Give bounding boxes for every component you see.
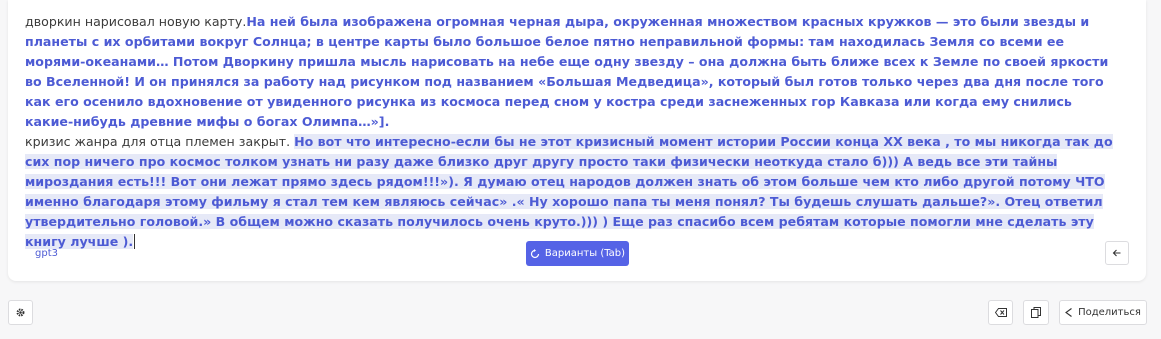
share-button[interactable]: Поделиться [1059, 300, 1147, 325]
share-label: Поделиться [1078, 307, 1141, 318]
text-caret [134, 234, 136, 249]
text-editor[interactable]: дворкин нарисовал новую карту.На ней был… [25, 12, 1120, 252]
copy-button[interactable] [1023, 300, 1049, 325]
backspace-icon [994, 308, 1007, 317]
gear-icon [15, 307, 26, 318]
model-label[interactable]: gpt3 [35, 248, 58, 259]
variants-button[interactable]: Варианты (Tab) [526, 241, 629, 266]
settings-button[interactable] [8, 300, 33, 325]
copy-icon [1031, 307, 1041, 318]
refresh-icon [530, 248, 540, 259]
user-text-2: кризис жанра для отца племен закрыт. [25, 134, 295, 149]
back-button[interactable] [1105, 241, 1129, 265]
arrow-left-icon [1112, 248, 1122, 258]
generated-text-1: На ней была изображена огромная черная д… [25, 14, 1109, 129]
variants-label: Варианты (Tab) [544, 248, 626, 259]
generated-text-2-highlighted: Но вот что интересно-если бы не этот кри… [25, 134, 1113, 249]
user-text-1: дворкин нарисовал новую карту. [25, 14, 247, 29]
share-icon [1065, 308, 1073, 317]
editor-card: дворкин нарисовал новую карту.На ней был… [8, 0, 1146, 281]
clear-button[interactable] [988, 300, 1013, 325]
